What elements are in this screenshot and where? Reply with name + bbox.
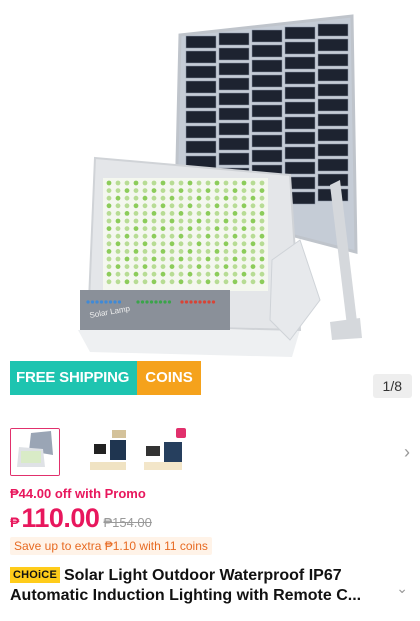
thumbnail-1[interactable] <box>10 428 60 476</box>
thumbnail-3[interactable] <box>140 428 188 474</box>
original-price: ₱154.00 <box>103 515 152 530</box>
product-title-text: Solar Light Outdoor Waterproof IP67 Auto… <box>10 567 362 604</box>
coins-label: COINS <box>137 361 201 395</box>
price-currency: ₱ <box>10 514 20 530</box>
chevron-down-icon[interactable]: ⌄ <box>396 580 408 597</box>
save-coins-chip: Save up to extra ₱1.10 with 11 coins <box>10 537 212 555</box>
price-value: 110.00 <box>21 503 100 533</box>
product-hero-image[interactable]: Solar Lamp FREE SHIPPING COINS 1/8 <box>0 0 420 405</box>
choice-badge: CHOiCE <box>10 567 60 583</box>
thumbnail-2[interactable] <box>84 428 132 474</box>
image-counter: 1/8 <box>372 374 412 398</box>
free-shipping-label: FREE SHIPPING <box>10 361 138 395</box>
free-shipping-banner: FREE SHIPPING COINS <box>10 361 201 395</box>
thumbnail-strip: › <box>0 420 420 480</box>
product-title: CHOiCE Solar Light Outdoor Waterproof IP6… <box>10 566 390 606</box>
price-row: ₱ 110.00 ₱154.00 <box>10 503 152 534</box>
promo-text: ₱44.00 off with Promo <box>10 486 146 501</box>
solar-lamp-illustration: Solar Lamp <box>78 14 362 357</box>
chevron-right-icon[interactable]: › <box>404 442 410 463</box>
